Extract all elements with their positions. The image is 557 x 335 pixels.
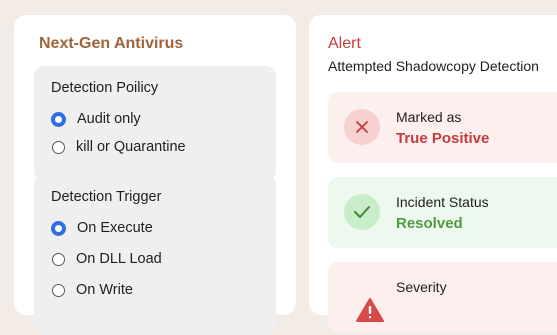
marked-as-label: Marked as [396,109,462,125]
alert-title: Alert [328,35,361,52]
policy-option-label: kill or Quarantine [76,139,186,155]
x-icon [344,109,380,145]
alert-panel: Alert Attempted Shadowcopy Detection Mar… [309,15,557,333]
alert-subtitle: Attempted Shadowcopy Detection [328,58,539,74]
incident-status-label: Incident Status [396,194,489,210]
trigger-option-label: On Write [76,282,133,298]
incident-status-value: Resolved [396,215,463,232]
check-icon [344,194,380,230]
marked-as-card: Marked as True Positive [328,92,557,163]
trigger-option-on-write[interactable]: On Write [51,280,133,300]
trigger-option-on-execute[interactable]: On Execute [51,218,153,238]
detection-policy-section: Detection Poilicy Audit only kill or Qua… [34,66,276,181]
radio-unselected-icon[interactable] [52,140,65,154]
trigger-option-on-dll-load[interactable]: On DLL Load [51,249,162,269]
trigger-option-label: On Execute [77,220,153,236]
severity-card: Severity [328,262,557,333]
warning-icon [356,298,384,322]
incident-status-card: Incident Status Resolved [328,177,557,248]
detection-trigger-section: Detection Trigger On Execute On DLL Load… [34,175,276,335]
antivirus-panel: Next-Gen Antivirus Detection Poilicy Aud… [14,15,296,335]
radio-unselected-icon[interactable] [52,283,65,297]
marked-as-value: True Positive [396,130,490,147]
policy-option-kill-or-quarantine[interactable]: kill or Quarantine [51,137,186,157]
antivirus-title: Next-Gen Antivirus [39,35,184,52]
severity-label: Severity [396,279,447,295]
radio-selected-icon[interactable] [51,220,66,236]
trigger-option-label: On DLL Load [76,251,162,267]
policy-option-audit-only[interactable]: Audit only [51,109,141,129]
radio-unselected-icon[interactable] [52,252,65,266]
detection-trigger-title: Detection Trigger [51,189,162,205]
detection-policy-title: Detection Poilicy [51,80,159,96]
radio-selected-icon[interactable] [51,111,66,127]
policy-option-label: Audit only [77,111,141,127]
